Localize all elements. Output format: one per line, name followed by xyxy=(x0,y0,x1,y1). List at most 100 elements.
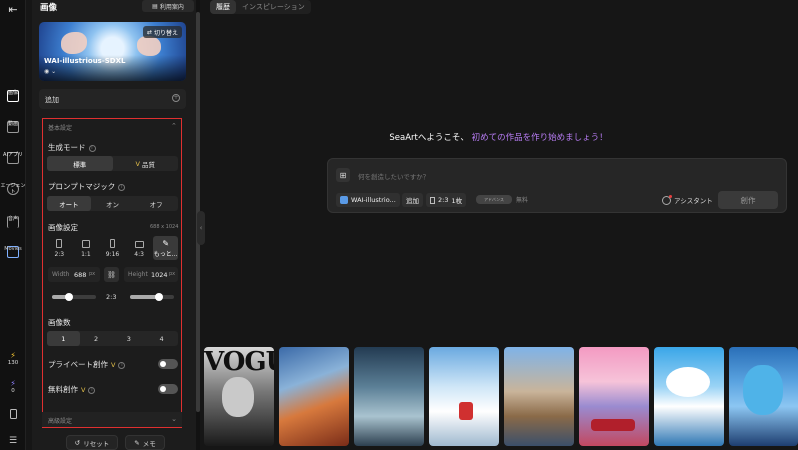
gen-mode-selector: 標準 V 品質 xyxy=(47,156,178,171)
gallery-image[interactable] xyxy=(729,347,798,446)
device-stat[interactable] xyxy=(0,409,26,419)
free-row-label: 無料創作 Vi xyxy=(48,384,96,395)
gen-mode-quality-label: 品質 xyxy=(141,160,155,169)
reset-button[interactable]: ↺ リセット xyxy=(66,435,118,450)
model-chip-label: WAI-illustrio... xyxy=(351,196,396,204)
collapse-icon[interactable]: ⇤ xyxy=(6,2,20,16)
vip-icon: V xyxy=(81,386,86,394)
panel-collapse-handle[interactable]: ‹ xyxy=(197,211,205,245)
prompt-magic-on[interactable]: オン xyxy=(91,196,135,211)
gen-mode-quality[interactable]: V 品質 xyxy=(113,156,179,171)
height-unit: px xyxy=(169,271,176,277)
model-options-icon[interactable]: ◉ ⌄ xyxy=(44,68,56,75)
ratio-label: 9:16 xyxy=(105,251,120,258)
private-row-label: プライベート創作 Vi xyxy=(48,359,126,370)
image-count-4[interactable]: 4 xyxy=(145,331,178,346)
assistant-icon xyxy=(662,194,672,205)
vip-icon: V xyxy=(111,361,116,369)
free-toggle[interactable] xyxy=(158,384,178,394)
ratio-count-chip[interactable]: 2:3 1枚 xyxy=(426,193,467,207)
menu-button[interactable]: ☰ xyxy=(0,436,26,446)
image-count-3[interactable]: 3 xyxy=(113,331,146,346)
model-chip[interactable]: WAI-illustrio... xyxy=(336,193,400,207)
ratio-option-more[interactable]: ✎ もっと... xyxy=(153,236,178,260)
ratio-shape-icon xyxy=(56,239,63,248)
guide-button[interactable]: ▤ 利用案内 xyxy=(142,0,194,12)
rail-item-movies[interactable]: Movies xyxy=(0,246,26,260)
ratio-option-2-3[interactable]: 2:3 xyxy=(47,236,72,260)
image-upload-icon[interactable]: ⊞ xyxy=(336,168,350,182)
ratio-label: 1:1 xyxy=(81,251,91,258)
lightning-icon: ⚡ xyxy=(10,351,16,360)
tab-inspiration[interactable]: インスピレーション xyxy=(236,0,311,14)
info-icon[interactable]: i xyxy=(118,183,126,191)
gallery-image[interactable] xyxy=(579,347,649,446)
image-art xyxy=(459,402,473,420)
welcome-prefix: SeaArtへようこそ、 xyxy=(389,133,469,143)
bolt-stat[interactable]: ⚡ 0 xyxy=(0,379,26,394)
prompt-magic-selector: オート オン オフ xyxy=(47,196,178,211)
height-slider[interactable] xyxy=(130,293,174,301)
gallery-image[interactable] xyxy=(504,347,574,446)
gallery-image[interactable] xyxy=(354,347,424,446)
assistant-button[interactable]: アシスタント xyxy=(662,194,713,205)
bolt-value: 0 xyxy=(11,388,15,394)
guide-label: 利用案内 xyxy=(159,3,184,11)
ratio-option-1-1[interactable]: 1:1 xyxy=(74,236,99,260)
add-chip[interactable]: 追加 xyxy=(402,193,423,207)
chevron-up-icon[interactable]: ⌃ xyxy=(171,122,177,130)
tab-history[interactable]: 履歴 xyxy=(210,0,236,14)
gallery-image[interactable] xyxy=(279,347,349,446)
link-ratio-button[interactable]: ⛓ xyxy=(104,267,119,282)
advanced-settings-header[interactable]: 高級設定 ⌄ xyxy=(42,412,182,427)
ratio-shape-icon xyxy=(109,239,115,248)
info-icon[interactable]: i xyxy=(118,361,126,369)
plus-icon: + xyxy=(172,94,180,102)
prompt-magic-label: プロンプトマジック xyxy=(48,182,116,191)
gen-mode-standard[interactable]: 標準 xyxy=(47,156,113,171)
ratio-label: 2:3 xyxy=(54,251,65,258)
rail-item-label: エージェント xyxy=(0,183,26,195)
image-count-label: 画像数 xyxy=(48,318,71,327)
gallery-image[interactable] xyxy=(654,347,724,446)
info-icon[interactable]: i xyxy=(88,144,96,152)
prompt-input[interactable]: 何を創造したいですか？ xyxy=(358,171,429,181)
gen-mode-standard-label: 標準 xyxy=(73,160,87,169)
image-count-1[interactable]: 1 xyxy=(47,331,80,346)
rail-item-audio[interactable]: 音声 xyxy=(0,216,26,230)
slider-knob[interactable] xyxy=(65,293,73,301)
credit-stat[interactable]: ⚡ 130 xyxy=(0,351,26,366)
width-unit: px xyxy=(89,271,96,277)
width-slider[interactable] xyxy=(52,293,96,301)
gallery-image[interactable]: VOGUE xyxy=(204,347,274,446)
private-toggle[interactable] xyxy=(158,359,178,369)
slider-knob[interactable] xyxy=(155,293,163,301)
add-lora-row[interactable]: 追加 + xyxy=(39,89,186,109)
prompt-magic-label-row: プロンプトマジック i xyxy=(48,181,126,192)
rail-item-label: AIアプリ xyxy=(3,152,23,158)
rail-item-image[interactable]: 画像 xyxy=(0,90,26,104)
ratio-option-4-3[interactable]: 4:3 xyxy=(127,236,152,260)
model-name: WAI-illustrious-SDXL xyxy=(44,57,126,65)
prompt-magic-auto[interactable]: オート xyxy=(47,196,91,211)
menu-icon: ☰ xyxy=(8,436,18,446)
ratio-option-9-16[interactable]: 9:16 xyxy=(100,236,125,260)
rail-item-ai-app[interactable]: AIアプリ xyxy=(0,152,26,166)
free-mode-toggle[interactable]: アドバンス xyxy=(476,195,512,204)
ratio-label: もっと... xyxy=(153,251,178,258)
model-card[interactable]: ⇄ 切り替え WAI-illustrious-SDXL ◉ ⌄ xyxy=(39,22,186,81)
create-button[interactable]: 創作 xyxy=(718,191,778,209)
image-art xyxy=(222,377,254,417)
gallery-image[interactable] xyxy=(429,347,499,446)
rail-item-agent[interactable]: エージェント xyxy=(0,183,26,197)
info-icon[interactable]: i xyxy=(88,386,96,394)
memo-button[interactable]: ✎ メモ xyxy=(125,435,165,450)
prompt-magic-off[interactable]: オフ xyxy=(134,196,178,211)
private-label: プライベート創作 xyxy=(48,360,108,369)
assistant-label: アシスタント xyxy=(674,197,713,205)
height-label: Height xyxy=(128,271,148,278)
switch-model-button[interactable]: ⇄ 切り替え xyxy=(142,26,182,38)
image-count-2[interactable]: 2 xyxy=(80,331,113,346)
width-value: 688 xyxy=(74,271,87,279)
main-tabs: 履歴 インスピレーション xyxy=(210,0,311,14)
